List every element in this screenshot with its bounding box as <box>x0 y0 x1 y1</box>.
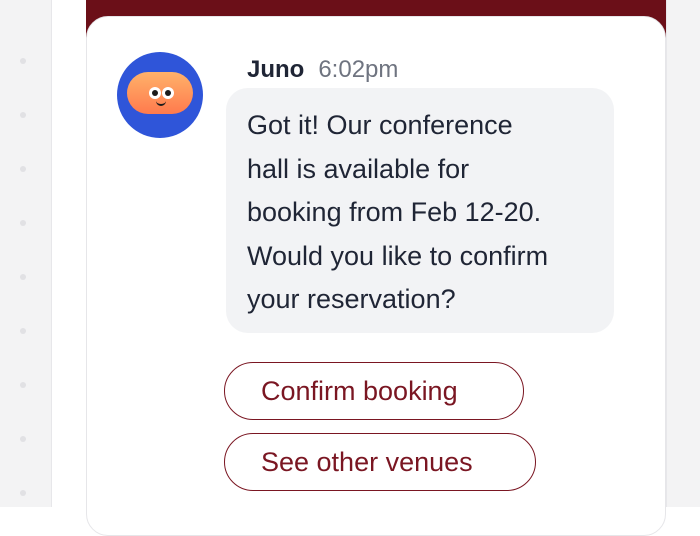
message-text-line: hall is available for <box>247 153 470 184</box>
avatar-mouth <box>156 98 166 106</box>
rail-dot <box>20 166 26 172</box>
confirm-booking-button[interactable]: Confirm booking <box>224 362 524 420</box>
message-text-line: Would you like to confirm <box>247 240 549 271</box>
rail-dot <box>20 220 26 226</box>
rail-dot <box>20 112 26 118</box>
bot-avatar-icon <box>117 52 203 138</box>
message-text-line: your reservation? <box>247 284 456 314</box>
sender-name: Juno <box>247 56 305 83</box>
rail-dot <box>20 436 26 442</box>
right-strip <box>666 0 700 507</box>
message-text-line: Got it! Our conference <box>247 110 513 140</box>
message-bubble: Got it! Our conference hall is available… <box>226 88 614 333</box>
see-other-venues-button[interactable]: See other venues <box>224 433 536 491</box>
message-timestamp: 6:02pm <box>318 56 399 83</box>
rail-dot <box>20 382 26 388</box>
message-text-line: booking from Feb 12-20. <box>247 197 542 227</box>
rail-dot <box>20 328 26 334</box>
rail-dot <box>20 490 26 496</box>
avatar-face <box>127 72 193 114</box>
rail-dot <box>20 58 26 64</box>
message-header: Juno 6:02pm <box>247 56 398 86</box>
rail-dot <box>20 274 26 280</box>
left-rail <box>0 0 52 507</box>
